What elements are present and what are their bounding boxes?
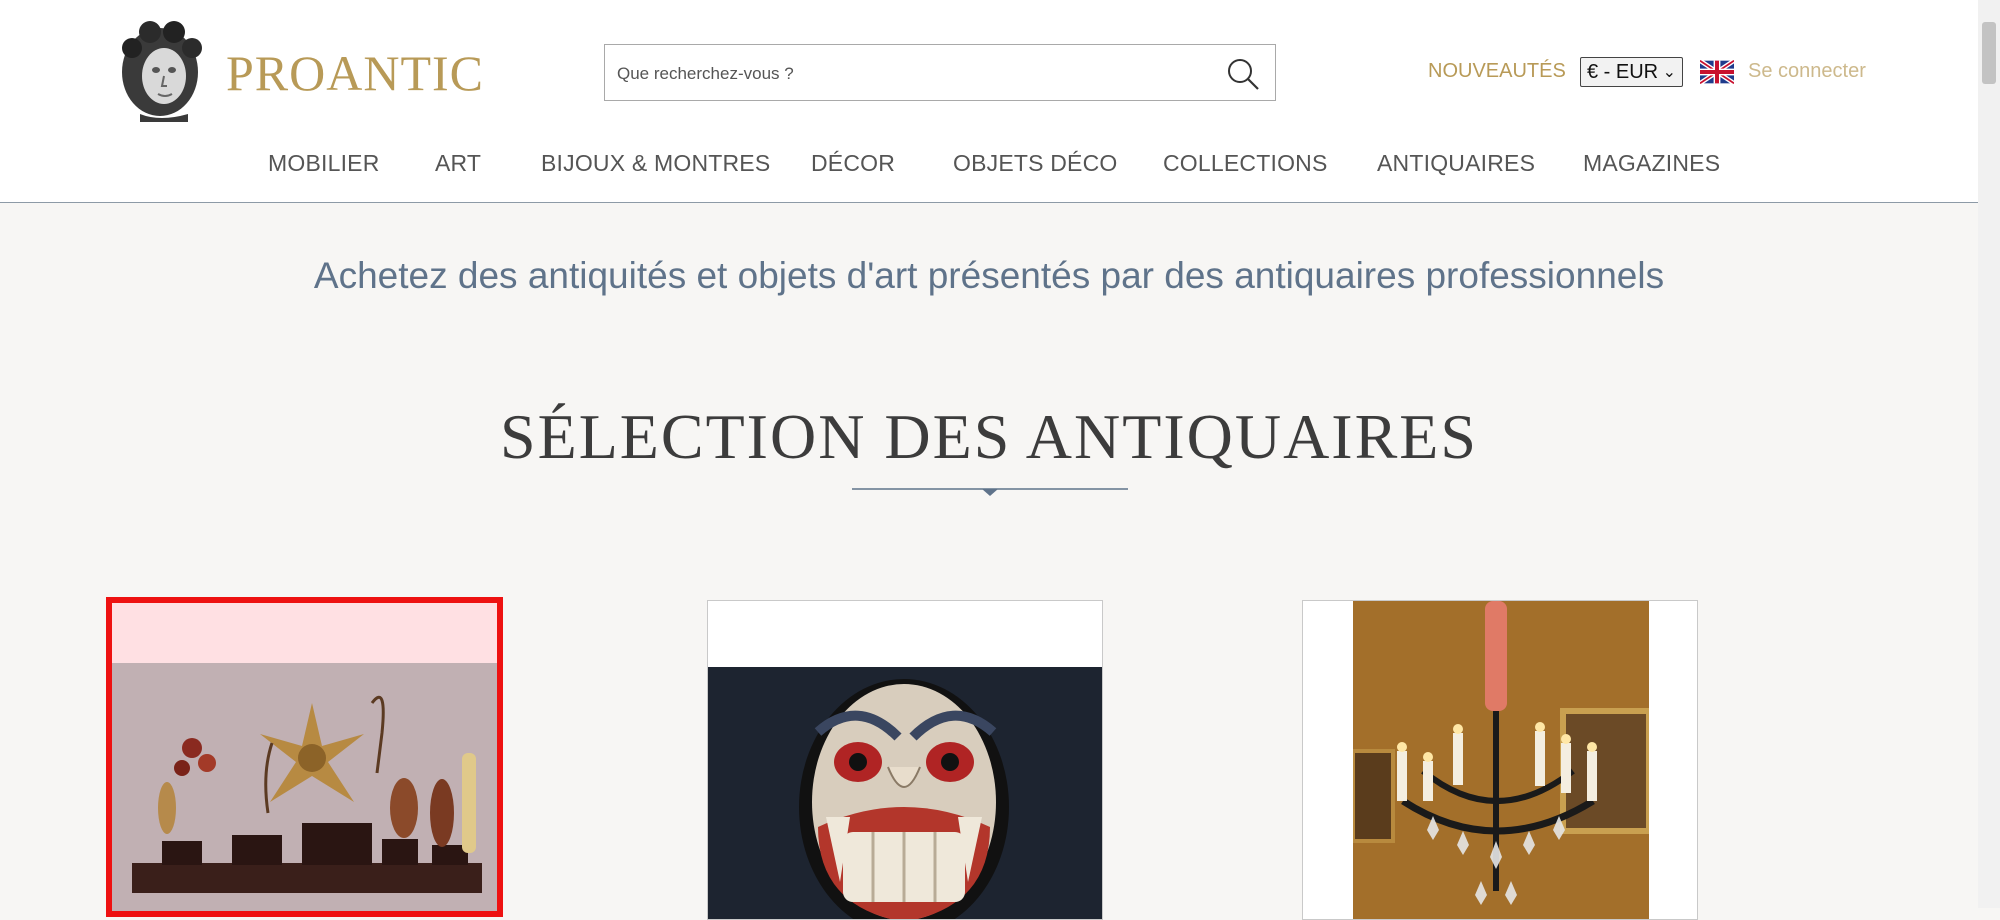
site-header: PROANTIC NOUVEAUTÉS € - EUR ⌄ Se connect… [0, 0, 1978, 203]
section-title: SÉLECTION DES ANTIQUAIRES [500, 401, 1478, 472]
main-nav: MOBILIER ART BIJOUX & MONTRES DÉCOR OBJE… [0, 150, 1978, 180]
product-card-botanical[interactable] [106, 597, 503, 917]
logo-text[interactable]: PROANTIC [226, 44, 484, 102]
uk-flag-icon[interactable] [1700, 60, 1734, 84]
page-tagline: Achetez des antiquités et objets d'art p… [313, 255, 1665, 296]
product-card-chandelier[interactable] [1302, 600, 1698, 920]
nav-item-art[interactable]: ART [435, 150, 481, 177]
search-bar [604, 44, 1276, 101]
nav-item-decor[interactable]: DÉCOR [811, 150, 895, 177]
title-divider [852, 488, 1128, 496]
currency-select[interactable]: € - EUR ⌄ [1580, 57, 1683, 87]
product-image-botanical [112, 663, 497, 911]
login-link[interactable]: Se connecter [1748, 60, 1866, 83]
product-image-chandelier [1353, 601, 1649, 919]
scrollbar-thumb[interactable] [1982, 22, 1996, 84]
currency-value: € - EUR [1587, 61, 1659, 83]
new-arrivals-link[interactable]: NOUVEAUTÉS [1428, 60, 1566, 83]
nav-item-mobilier[interactable]: MOBILIER [268, 150, 380, 177]
search-input[interactable] [615, 55, 1199, 92]
page-scrollbar[interactable] [1978, 0, 2000, 908]
chevron-down-icon: ⌄ [1662, 64, 1676, 81]
product-image-mask [708, 667, 1102, 919]
nav-item-objets-deco[interactable]: OBJETS DÉCO [953, 150, 1118, 177]
nav-item-bijoux-montres[interactable]: BIJOUX & MONTRES [541, 150, 770, 177]
product-card-mask[interactable] [707, 600, 1103, 920]
nav-item-antiquaires[interactable]: ANTIQUAIRES [1377, 150, 1535, 177]
nav-item-collections[interactable]: COLLECTIONS [1163, 150, 1328, 177]
logo-bust-icon[interactable] [110, 18, 210, 122]
nav-item-magazines[interactable]: MAGAZINES [1583, 150, 1720, 177]
search-icon[interactable] [1225, 56, 1261, 92]
